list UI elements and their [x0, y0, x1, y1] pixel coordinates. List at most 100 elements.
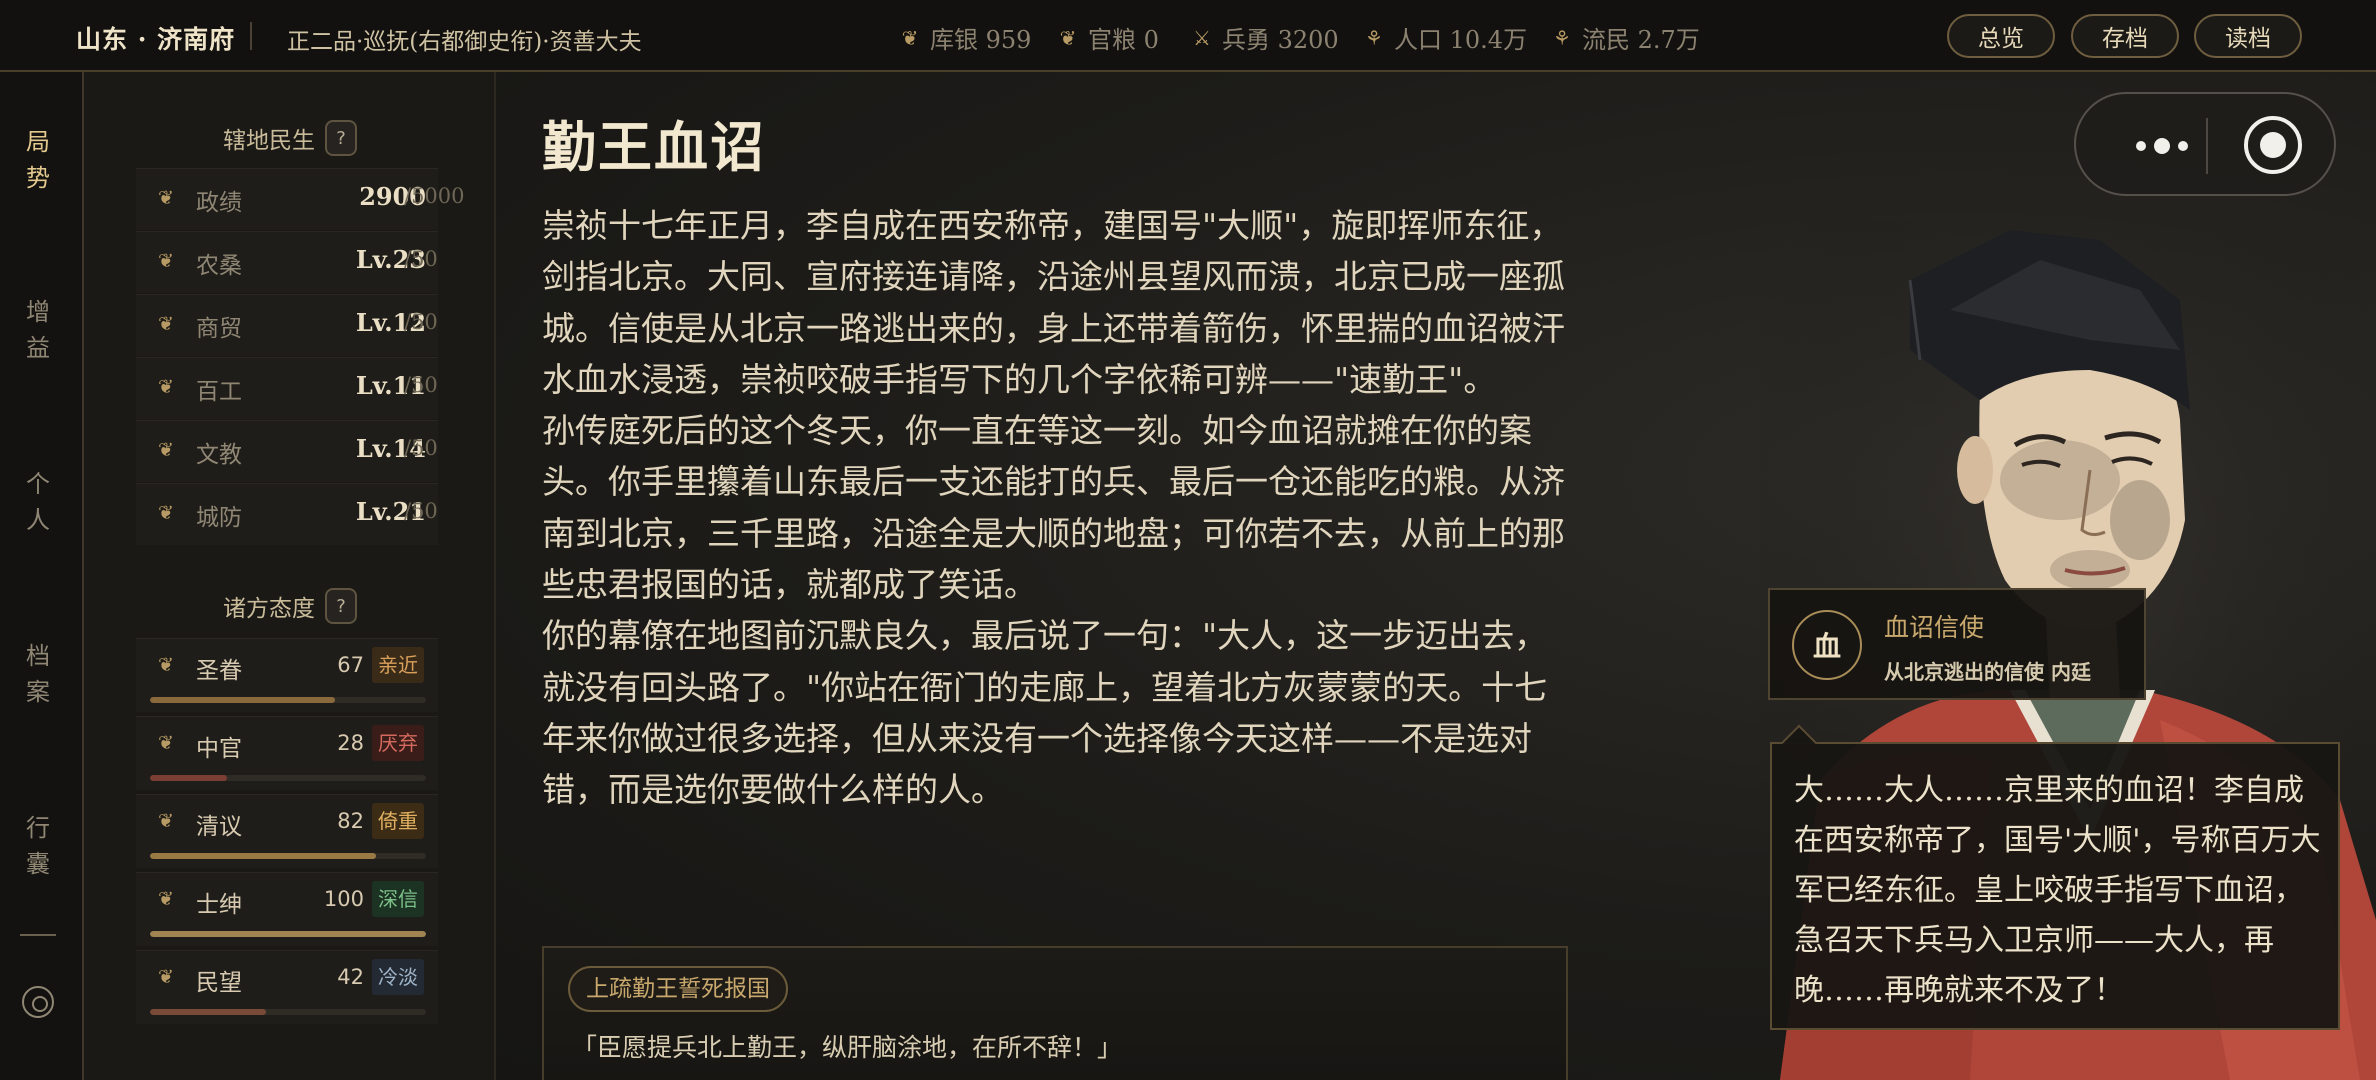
nav-situation[interactable]: 局势	[0, 124, 76, 196]
attitude-bar-fill	[150, 697, 335, 703]
attitude-tag: 厌弃	[372, 725, 424, 761]
resource-refugees: ⚘ 流民 2.7万	[1550, 20, 1700, 55]
attitude-bar-fill	[150, 1009, 266, 1015]
stat-max: /50	[404, 247, 438, 271]
stat-max: /5000	[404, 184, 465, 208]
attitude-bar	[150, 931, 426, 937]
population-icon: ⚘	[1365, 25, 1383, 50]
nav-personal[interactable]: 个人	[0, 466, 76, 538]
overview-button[interactable]: 总览	[1947, 14, 2055, 58]
attitudes-help-button[interactable]: ?	[325, 588, 357, 624]
trade-icon: ❦	[158, 313, 174, 335]
territory-stat-row[interactable]: ❦ 百工 Lv.11/50	[136, 357, 524, 419]
stat-max: /50	[404, 436, 438, 460]
left-nav: 局势 增益 个人 档案 行囊	[0, 72, 84, 1080]
attitude-name: 清议	[196, 814, 242, 840]
attitude-name: 圣眷	[196, 658, 242, 684]
attitude-tag: 亲近	[372, 647, 424, 683]
attitude-row[interactable]: ❦ 圣眷 67 亲近	[136, 638, 438, 712]
more-icon[interactable]	[2114, 128, 2210, 164]
attitude-bar	[150, 775, 426, 781]
nav-archive[interactable]: 档案	[0, 638, 76, 710]
attitude-tag: 深信	[372, 881, 424, 917]
attitude-value: 42	[337, 965, 364, 989]
attitude-bar-fill	[150, 853, 377, 859]
stat-name: 城防	[196, 505, 242, 531]
territory-heading: 辖地民生 ?	[84, 120, 496, 156]
stat-max: /50	[404, 310, 438, 334]
attitude-bar	[150, 697, 426, 703]
save-button[interactable]: 存档	[2071, 14, 2179, 58]
location-title: 山东 · 济南府	[76, 25, 236, 54]
attitude-row[interactable]: ❦ 民望 42 冷淡	[136, 950, 438, 1024]
attitude-bar	[150, 1009, 426, 1015]
territory-stat-row[interactable]: ❦ 商贸 Lv.12/50	[136, 294, 524, 356]
attitude-value: 100	[323, 887, 364, 911]
dialogue-text: 大……大人……京里来的血诏！李自成在西安称帝了，国号'大顺'，号称百万大军已经东…	[1794, 773, 2321, 1008]
grain-icon: ❦	[1059, 25, 1077, 50]
choice-card[interactable]: 上疏勤王誓死报国 「臣愿提兵北上勤王，纵肝脑涂地，在所不辞！」	[542, 946, 1568, 1080]
emperor-icon: ❦	[158, 654, 174, 676]
attitude-tag: 冷淡	[372, 959, 424, 995]
target-icon[interactable]	[22, 986, 54, 1018]
territory-stat-row[interactable]: ❦ 城防 Lv.21/50	[136, 483, 524, 545]
speaker-card: 血 血诏信使 从北京逃出的信使 内廷	[1768, 588, 2146, 700]
resource-silver: ❦ 库银 959	[898, 20, 1032, 55]
dialogue-bubble[interactable]: 大……大人……京里来的血诏！李自成在西安称帝了，国号'大顺'，号称百万大军已经东…	[1770, 742, 2340, 1030]
defense-icon: ❦	[158, 502, 174, 524]
stat-name: 百工	[196, 379, 242, 405]
territory-stat-row[interactable]: ❦ 政绩 2900/5000	[136, 168, 524, 230]
capsule-divider	[2206, 118, 2208, 174]
attitude-value: 28	[337, 731, 364, 755]
education-icon: ❦	[158, 439, 174, 461]
speaker-name: 血诏信使	[1884, 613, 1985, 642]
attitude-value: 82	[337, 809, 364, 833]
event-story: 崇祯十七年正月，李自成在西安称帝，建国号"大顺"，旋即挥师东征，剑指北京。大同、…	[542, 200, 1572, 816]
territory-help-button[interactable]: ?	[325, 120, 357, 156]
politics-icon: ❦	[158, 187, 174, 209]
stat-name: 农桑	[196, 253, 242, 279]
speaker-subtitle: 从北京逃出的信使 内廷	[1884, 660, 2091, 684]
close-icon[interactable]	[2244, 116, 2302, 174]
craft-icon: ❦	[158, 376, 174, 398]
stat-max: /50	[404, 373, 438, 397]
choice-quote: 「臣愿提兵北上勤王，纵肝脑涂地，在所不辞！」	[572, 1033, 1123, 1062]
territory-stat-row[interactable]: ❦ 农桑 Lv.23/50	[136, 231, 524, 293]
attitude-bar	[150, 853, 426, 859]
attitude-name: 士绅	[196, 892, 242, 918]
attitude-name: 中官	[196, 736, 242, 762]
attitude-row[interactable]: ❦ 清议 82 倚重	[136, 794, 438, 868]
nav-inventory[interactable]: 行囊	[0, 810, 76, 882]
resource-soldiers: ⚔ 兵勇 3200	[1190, 20, 1339, 55]
attitude-bar-fill	[150, 931, 426, 937]
gentry-icon: ❦	[158, 888, 174, 910]
official-rank: 正二品·巡抚(右都御史衔)·资善大夫	[287, 29, 642, 55]
stat-name: 文教	[196, 442, 242, 468]
territory-stat-row[interactable]: ❦ 文教 Lv.14/50	[136, 420, 524, 482]
resource-population: ⚘ 人口 10.4万	[1362, 20, 1527, 55]
nav-divider	[20, 934, 56, 936]
story-paragraph: 孙传庭死后的这个冬天，你一直在等这一刻。如今血诏就摊在你的案头。你手里攥着山东最…	[542, 411, 1565, 605]
top-bar: 山东 · 济南府 正二品·巡抚(右都御史衔)·资善大夫 ❦ 库银 959 ❦ 官…	[0, 0, 2376, 72]
nav-buffs[interactable]: 增益	[0, 294, 76, 366]
stat-max: /50	[404, 499, 438, 523]
speaker-seal: 血	[1792, 610, 1862, 680]
mini-program-capsule	[2074, 92, 2336, 196]
attitude-row[interactable]: ❦ 士绅 100 深信	[136, 872, 438, 946]
eunuch-icon: ❦	[158, 732, 174, 754]
refugee-icon: ⚘	[1553, 25, 1571, 50]
attitudes-heading: 诸方态度 ?	[84, 588, 496, 624]
attitude-tag: 倚重	[372, 803, 424, 839]
load-button[interactable]: 读档	[2194, 14, 2302, 58]
attitude-value: 67	[337, 653, 364, 677]
top-divider	[250, 22, 252, 50]
silver-icon: ❦	[901, 25, 919, 50]
attitude-row[interactable]: ❦ 中官 28 厌弃	[136, 716, 438, 790]
stat-name: 商贸	[196, 316, 242, 342]
story-paragraph: 你的幕僚在地图前沉默良久，最后说了一句："大人，这一步迈出去，就没有回头路了。"…	[542, 616, 1548, 810]
story-paragraph: 崇祯十七年正月，李自成在西安称帝，建国号"大顺"，旋即挥师东征，剑指北京。大同、…	[542, 206, 1565, 399]
scholar-icon: ❦	[158, 810, 174, 832]
soldier-icon: ⚔	[1193, 25, 1211, 50]
event-title: 勤王血诏	[542, 115, 766, 179]
attitude-bar-fill	[150, 775, 228, 781]
